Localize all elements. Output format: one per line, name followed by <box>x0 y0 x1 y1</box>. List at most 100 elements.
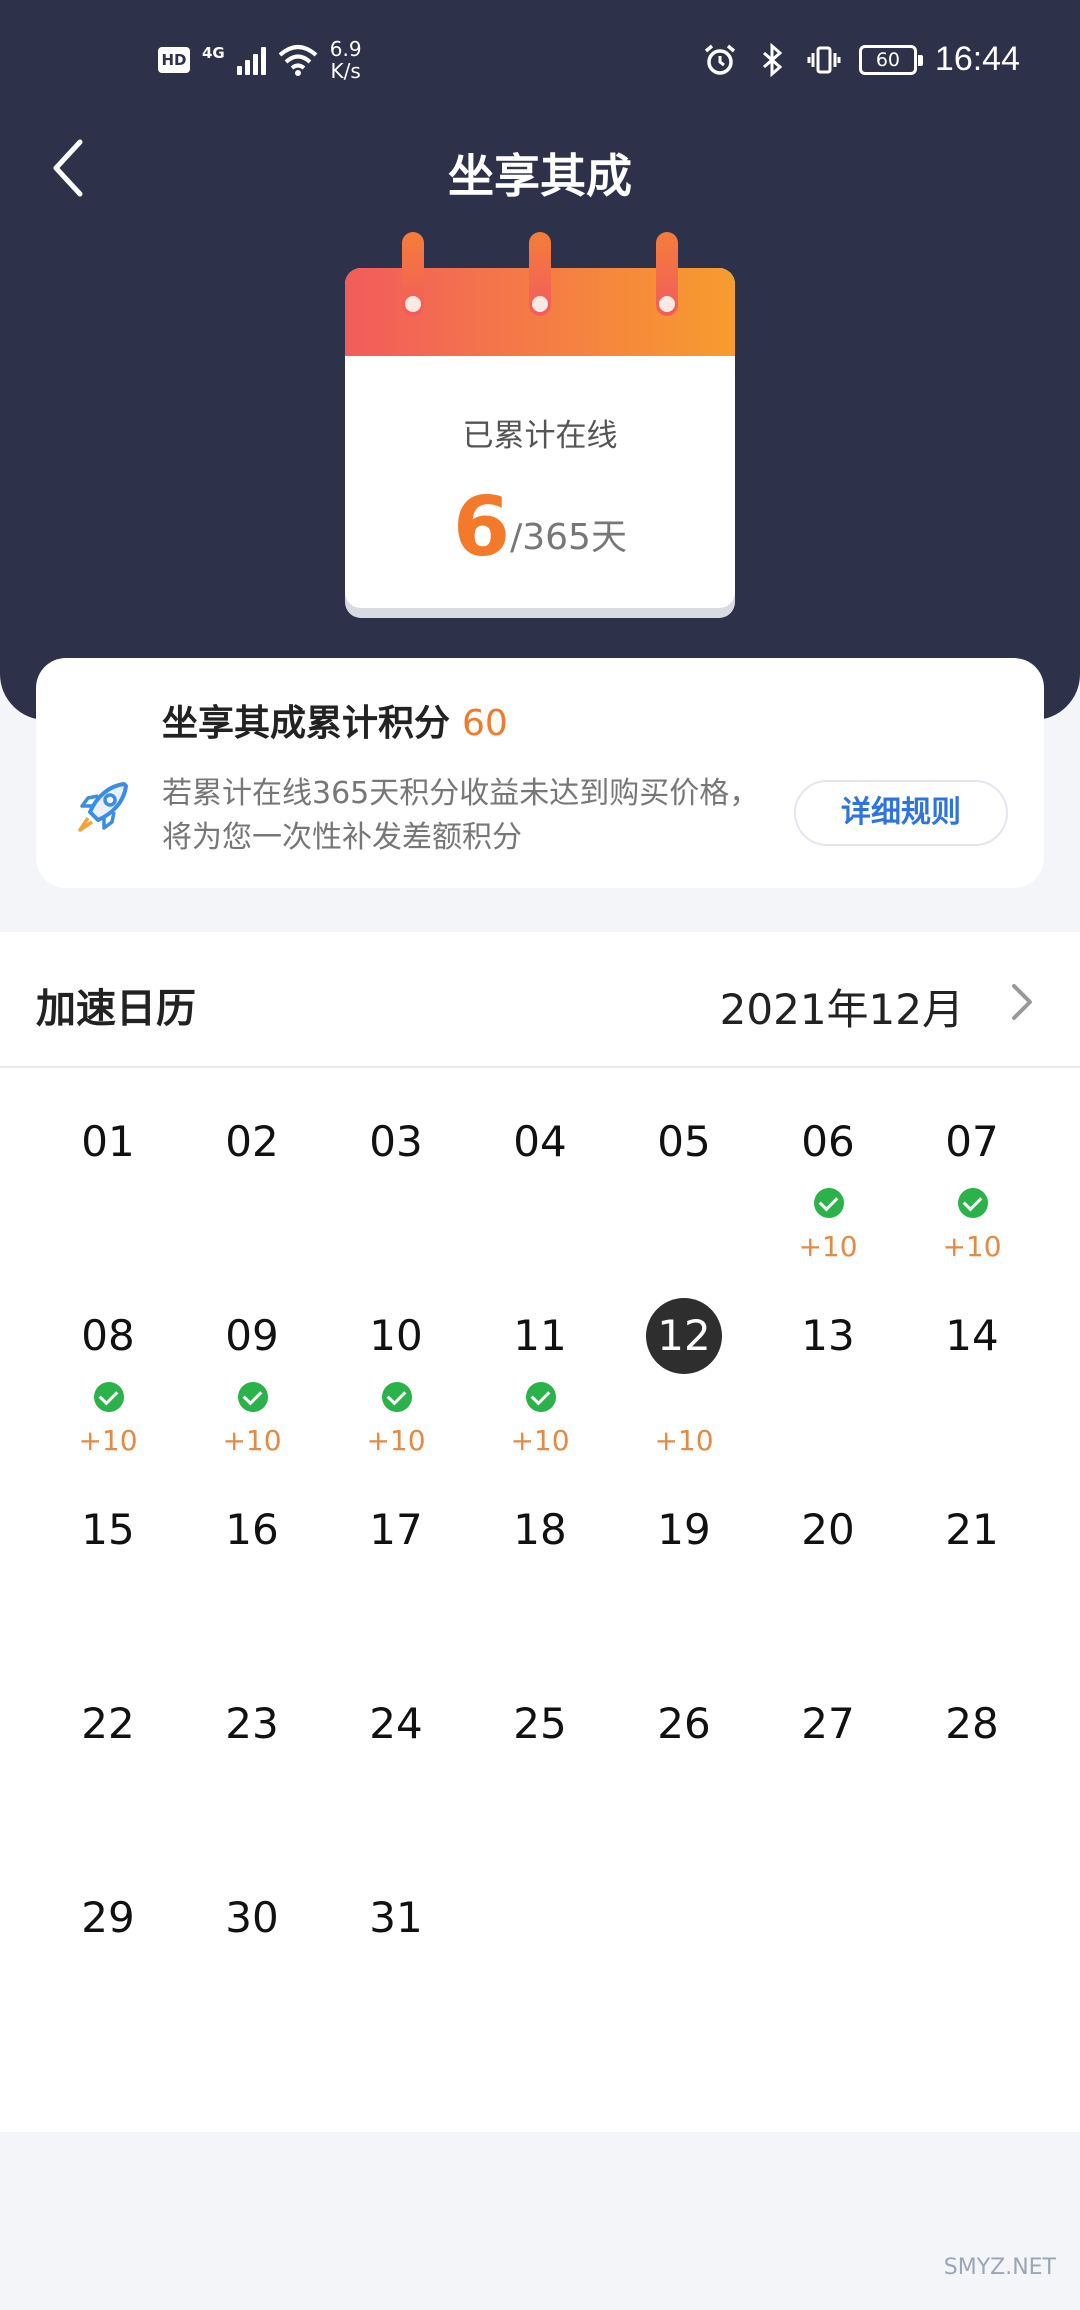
calendar-day[interactable]: 22 <box>36 1686 180 1880</box>
status-bar: HD 4G 6.9 K/s 60 16:44 <box>0 0 1080 120</box>
online-count: 6/365天 <box>345 480 735 575</box>
rocket-icon <box>78 782 128 832</box>
day-number: 21 <box>945 1505 999 1554</box>
chevron-right-icon[interactable] <box>1010 982 1036 1022</box>
calendar-day[interactable]: 05 <box>612 1104 756 1298</box>
calendar-day[interactable]: 29 <box>36 1880 180 2074</box>
check-circle-icon <box>814 1188 844 1218</box>
points-description: 若累计在线365天积分收益未达到购买价格，将为您一次性补发差额积分 <box>162 776 760 855</box>
speed-value: 6.9 <box>329 37 362 61</box>
day-number: 11 <box>513 1311 567 1360</box>
day-number: 27 <box>801 1699 855 1748</box>
month-selector[interactable]: 2021年12月 <box>720 976 964 1037</box>
calendar-day[interactable]: 07 +10 <box>900 1104 1044 1298</box>
network-type: 4G <box>202 44 225 62</box>
calendar-header: 加速日历 2021年12月 <box>0 932 1080 1068</box>
day-number: 10 <box>369 1311 423 1360</box>
calendar-day[interactable]: 17 <box>324 1492 468 1686</box>
day-number: 18 <box>513 1505 567 1554</box>
calendar-day[interactable]: 06 +10 <box>756 1104 900 1298</box>
day-points: +10 <box>366 1424 426 1457</box>
calendar-day[interactable]: 21 <box>900 1492 1044 1686</box>
day-number: 02 <box>225 1117 279 1166</box>
calendar-day[interactable]: 26 <box>612 1686 756 1880</box>
day-number: 07 <box>945 1117 999 1166</box>
calendar-day[interactable]: 30 <box>180 1880 324 2074</box>
day-number: 13 <box>801 1311 855 1360</box>
day-number: 22 <box>81 1699 135 1748</box>
check-circle-icon <box>958 1188 988 1218</box>
days-total: /365天 <box>510 517 627 558</box>
calendar-day[interactable]: 13 <box>756 1298 900 1492</box>
day-points: +10 <box>654 1424 714 1457</box>
calendar-ring <box>529 232 551 316</box>
calendar-day[interactable]: 03 <box>324 1104 468 1298</box>
calendar-day[interactable]: 11 +10 <box>468 1298 612 1492</box>
day-number: 08 <box>81 1311 135 1360</box>
status-left: HD 4G 6.9 K/s <box>158 38 362 82</box>
day-number: 23 <box>225 1699 279 1748</box>
day-number: 30 <box>225 1893 279 1942</box>
calendar-title: 加速日历 <box>36 986 196 1032</box>
day-number: 06 <box>801 1117 855 1166</box>
vibrate-icon <box>807 46 841 73</box>
day-number: 04 <box>513 1117 567 1166</box>
day-number: 09 <box>225 1311 279 1360</box>
day-number: 14 <box>945 1311 999 1360</box>
calendar-day[interactable]: 28 <box>900 1686 1044 1880</box>
day-number: 12 <box>646 1298 722 1374</box>
calendar-day[interactable]: 25 <box>468 1686 612 1880</box>
calendar-day[interactable]: 23 <box>180 1686 324 1880</box>
calendar-day[interactable]: 24 <box>324 1686 468 1880</box>
calendar-day[interactable]: 15 <box>36 1492 180 1686</box>
page-title: 坐享其成 <box>448 149 632 203</box>
day-number: 24 <box>369 1699 423 1748</box>
calendar-day[interactable]: 20 <box>756 1492 900 1686</box>
days-online: 6 <box>453 480 511 575</box>
day-number: 01 <box>81 1117 135 1166</box>
day-number: 05 <box>657 1117 711 1166</box>
day-points: +10 <box>510 1424 570 1457</box>
calendar-day[interactable]: 08 +10 <box>36 1298 180 1492</box>
online-label: 已累计在线 <box>462 418 618 454</box>
calendar-day[interactable]: 16 <box>180 1492 324 1686</box>
calendar-ring <box>402 232 424 316</box>
calendar-day-today[interactable]: 12 +10 <box>612 1298 756 1492</box>
calendar-day[interactable]: 14 <box>900 1298 1044 1492</box>
check-circle-icon <box>526 1382 556 1412</box>
speed-unit: K/s <box>330 59 361 83</box>
calendar-day[interactable]: 19 <box>612 1492 756 1686</box>
day-number: 31 <box>369 1893 423 1942</box>
calendar-day[interactable]: 09 +10 <box>180 1298 324 1492</box>
calendar-day[interactable]: 01 <box>36 1104 180 1298</box>
calendar-day[interactable]: 31 <box>324 1880 468 2074</box>
day-number: 28 <box>945 1699 999 1748</box>
day-number: 29 <box>81 1893 135 1942</box>
day-number: 15 <box>81 1505 135 1554</box>
calendar-day[interactable]: 02 <box>180 1104 324 1298</box>
calendar-day[interactable]: 27 <box>756 1686 900 1880</box>
wifi-icon <box>278 45 318 76</box>
day-points: +10 <box>942 1230 1002 1263</box>
day-number: 20 <box>801 1505 855 1554</box>
watermark: SMYZ.NET <box>943 2255 1056 2280</box>
signal-icon <box>236 45 266 75</box>
day-number: 03 <box>369 1117 423 1166</box>
calendar-ring <box>656 232 678 316</box>
calendar-day[interactable]: 18 <box>468 1492 612 1686</box>
day-number: 19 <box>657 1505 711 1554</box>
hd-badge: HD <box>158 47 190 73</box>
check-circle-icon <box>238 1382 268 1412</box>
day-number: 17 <box>369 1505 423 1554</box>
network-speed: 6.9 K/s <box>330 38 362 82</box>
clock: 16:44 <box>934 40 1020 78</box>
battery-icon: 60 <box>858 44 923 75</box>
check-circle-icon <box>382 1382 412 1412</box>
day-points: +10 <box>222 1424 282 1457</box>
calendar-grid: 01 02 03 04 05 06 +10 07 +10 08 +10 09 +10 10 +10 11 +10… <box>36 1104 1044 2074</box>
calendar-day[interactable]: 04 <box>468 1104 612 1298</box>
detailed-rules-button[interactable]: 详细规则 <box>794 780 1008 846</box>
day-points: +10 <box>798 1230 858 1263</box>
calendar-day[interactable]: 10 +10 <box>324 1298 468 1492</box>
acceleration-calendar: 加速日历 2021年12月 01 02 03 04 05 06 +10 07 +10 08 +10 0… <box>0 932 1080 2132</box>
